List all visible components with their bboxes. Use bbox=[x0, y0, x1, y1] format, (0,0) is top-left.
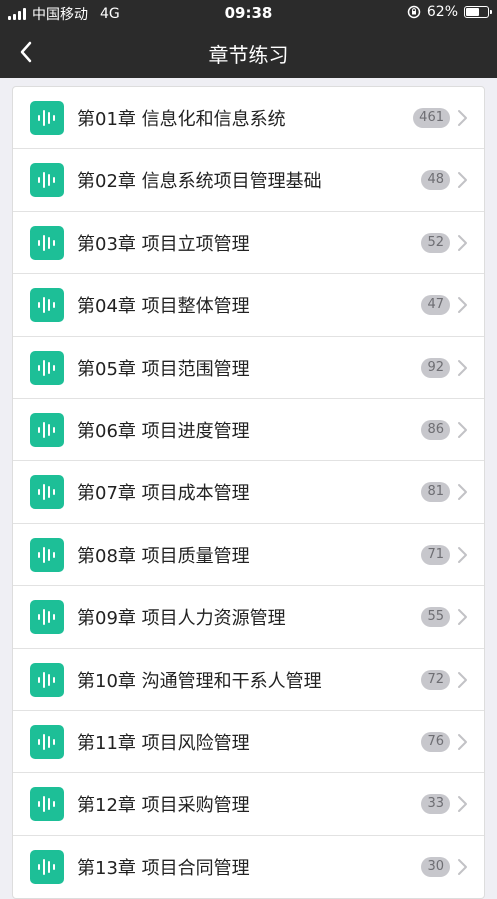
question-count-badge: 52 bbox=[421, 232, 450, 253]
audio-wave-icon bbox=[30, 537, 64, 572]
battery-percent: 62% bbox=[426, 4, 458, 20]
audio-wave-icon bbox=[30, 101, 64, 135]
question-count-badge: 72 bbox=[421, 669, 450, 690]
status-right: 62% bbox=[407, 4, 492, 20]
chapter-list: 第01章 信息化和信息系统 461 第02章 信息系统项目管理基础 48 第03… bbox=[12, 86, 485, 899]
chevron-right-icon bbox=[458, 858, 467, 875]
audio-wave-icon bbox=[30, 288, 64, 323]
chapter-label: 第04章 项目整体管理 bbox=[77, 296, 250, 318]
audio-wave-icon bbox=[30, 662, 64, 697]
battery-icon bbox=[464, 6, 492, 18]
chapter-label: 第07章 项目成本管理 bbox=[77, 483, 250, 505]
chevron-right-icon bbox=[458, 733, 467, 750]
question-count-badge: 92 bbox=[421, 357, 450, 378]
chapter-row[interactable]: 第08章 项目质量管理 71 bbox=[13, 524, 484, 587]
chapter-label: 第12章 项目采购管理 bbox=[77, 795, 250, 817]
battery-fill bbox=[466, 8, 480, 16]
question-count-badge: 33 bbox=[421, 794, 450, 815]
question-count-badge: 48 bbox=[421, 170, 450, 191]
chapter-label: 第11章 项目风险管理 bbox=[77, 732, 250, 754]
chapter-row[interactable]: 第12章 项目采购管理 33 bbox=[13, 773, 484, 836]
chapter-label: 第09章 项目人力资源管理 bbox=[77, 608, 286, 630]
question-count-badge: 55 bbox=[421, 607, 450, 628]
audio-wave-icon bbox=[30, 600, 64, 635]
chapter-row[interactable]: 第09章 项目人力资源管理 55 bbox=[13, 586, 484, 649]
chapter-row[interactable]: 第13章 项目合同管理 30 bbox=[13, 836, 484, 898]
chevron-right-icon bbox=[458, 110, 467, 126]
chapter-row[interactable]: 第06章 项目进度管理 86 bbox=[13, 399, 484, 462]
chapter-row[interactable]: 第01章 信息化和信息系统 461 bbox=[13, 87, 484, 150]
chapter-label: 第01章 信息化和信息系统 bbox=[77, 109, 286, 130]
chapter-label: 第05章 项目范围管理 bbox=[77, 358, 250, 380]
question-count-badge: 47 bbox=[421, 295, 450, 316]
chevron-right-icon bbox=[458, 421, 467, 438]
chapter-label: 第08章 项目质量管理 bbox=[77, 545, 250, 567]
chevron-right-icon bbox=[458, 671, 467, 688]
chapter-label: 第06章 项目进度管理 bbox=[77, 420, 250, 442]
audio-wave-icon bbox=[30, 412, 64, 447]
nav-bar: 章节练习 bbox=[0, 26, 497, 78]
question-count-badge: 86 bbox=[421, 419, 450, 440]
chapter-row[interactable]: 第02章 信息系统项目管理基础 48 bbox=[13, 149, 484, 212]
question-count-badge: 461 bbox=[413, 108, 450, 128]
chapter-row[interactable]: 第05章 项目范围管理 92 bbox=[13, 337, 484, 399]
audio-wave-icon bbox=[30, 350, 64, 385]
chevron-right-icon bbox=[458, 297, 467, 314]
rotation-lock-icon bbox=[407, 5, 421, 19]
audio-wave-icon bbox=[30, 849, 64, 884]
chevron-right-icon bbox=[458, 546, 467, 563]
question-count-badge: 76 bbox=[421, 731, 450, 752]
chapter-row[interactable]: 第10章 沟通管理和干系人管理 72 bbox=[13, 649, 484, 711]
chevron-right-icon bbox=[458, 609, 467, 626]
question-count-badge: 30 bbox=[421, 856, 450, 877]
question-count-badge: 71 bbox=[421, 544, 450, 565]
audio-wave-icon bbox=[30, 724, 64, 759]
chapter-row[interactable]: 第07章 项目成本管理 81 bbox=[13, 461, 484, 524]
question-count-badge: 81 bbox=[421, 482, 450, 503]
audio-wave-icon bbox=[30, 225, 64, 260]
chevron-right-icon bbox=[458, 796, 467, 813]
audio-wave-icon bbox=[30, 475, 64, 510]
chevron-right-icon bbox=[458, 234, 467, 251]
chevron-right-icon bbox=[458, 359, 467, 376]
chapter-label: 第02章 信息系统项目管理基础 bbox=[77, 171, 322, 193]
chapter-label: 第13章 项目合同管理 bbox=[77, 857, 250, 879]
page-title: 章节练习 bbox=[208, 43, 289, 67]
chevron-right-icon bbox=[458, 484, 467, 501]
chapter-row[interactable]: 第04章 项目整体管理 47 bbox=[13, 274, 484, 337]
audio-wave-icon bbox=[30, 163, 64, 198]
chapter-row[interactable]: 第11章 项目风险管理 76 bbox=[13, 711, 484, 774]
audio-wave-icon bbox=[30, 787, 64, 822]
chevron-right-icon bbox=[458, 172, 467, 189]
chapter-label: 第10章 沟通管理和干系人管理 bbox=[77, 670, 322, 692]
status-bar: 中国移动 4G 09:38 62% bbox=[0, 0, 497, 26]
chapter-label: 第03章 项目立项管理 bbox=[77, 233, 250, 255]
chapter-row[interactable]: 第03章 项目立项管理 52 bbox=[13, 212, 484, 275]
